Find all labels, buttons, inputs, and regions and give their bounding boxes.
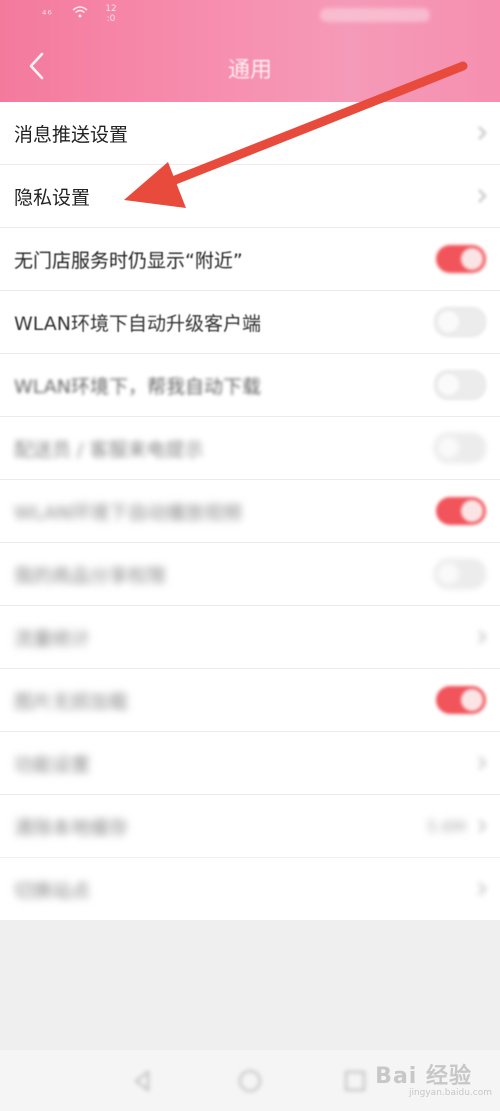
status-time: 12 :0 (105, 4, 117, 24)
bottom-settings-list: 切换站点 (0, 858, 500, 920)
toggle-switch[interactable] (434, 559, 486, 589)
header-bar: ⁴⁶ 12 :0 通用 (0, 0, 500, 102)
screen: ⁴⁶ 12 :0 通用 消息推送设置 隐私设置 无门店服务时仍显示“附近” WL… (0, 0, 500, 1111)
nav-back-icon[interactable] (130, 1068, 156, 1094)
settings-item-cache[interactable]: 清除本地缓存 5.6M (0, 795, 500, 857)
settings-item-push[interactable]: 消息推送设置 (0, 102, 500, 165)
settings-item-label: WLAN环境下自动播放视频 (14, 501, 243, 524)
settings-item-autoplay[interactable]: WLAN环境下自动播放视频 (0, 480, 500, 543)
settings-item-traffic[interactable]: 流量统计 (0, 606, 500, 669)
settings-item-label: WLAN环境下，帮我自动下载 (14, 375, 262, 398)
settings-item-label: 图片无损加载 (14, 690, 129, 713)
watermark-url: jingyan.baidu.com (408, 1088, 492, 1098)
settings-item-label: 流量统计 (14, 627, 91, 650)
chevron-right-icon (478, 126, 487, 140)
settings-item-auto-download[interactable]: WLAN环境下，帮我自动下载 (0, 354, 500, 417)
toggle-switch[interactable] (434, 370, 486, 400)
settings-item-label: 切换站点 (14, 879, 91, 902)
toggle-switch[interactable] (434, 433, 486, 463)
settings-item-nearby[interactable]: 无门店服务时仍显示“附近” (0, 228, 500, 291)
settings-item-share[interactable]: 我的商品分享权限 (0, 543, 500, 606)
status-indicators (320, 8, 430, 22)
settings-item-privacy[interactable]: 隐私设置 (0, 165, 500, 228)
cache-size: 5.6M (426, 816, 466, 836)
settings-item-label: 我的商品分享权限 (14, 564, 167, 587)
settings-item-label: WLAN环境下自动升级客户端 (14, 312, 262, 335)
settings-item-label: 隐私设置 (14, 186, 91, 209)
status-bar: ⁴⁶ 12 :0 (0, 0, 500, 28)
toggle-switch[interactable] (436, 245, 486, 273)
toggle-switch[interactable] (436, 497, 486, 525)
wifi-icon (72, 6, 88, 22)
settings-item-function[interactable]: 功能设置 (0, 732, 500, 795)
settings-item-image[interactable]: 图片无损加载 (0, 669, 500, 732)
chevron-right-icon (478, 819, 487, 833)
settings-list: 消息推送设置 隐私设置 无门店服务时仍显示“附近” WLAN环境下自动升级客户端… (0, 102, 500, 857)
chevron-right-icon (478, 756, 487, 770)
toggle-switch[interactable] (436, 686, 486, 714)
settings-item-auto-upgrade[interactable]: WLAN环境下自动升级客户端 (0, 291, 500, 354)
chevron-right-icon (478, 189, 487, 203)
signal-icon: ⁴⁶ (42, 8, 53, 21)
settings-item-label: 消息推送设置 (14, 123, 129, 146)
nav-recents-icon[interactable] (342, 1068, 368, 1094)
settings-item-call-alert[interactable]: 配送员 / 客服来电提示 (0, 417, 500, 480)
settings-item-label: 无门店服务时仍显示“附近” (14, 249, 243, 272)
settings-item-label: 清除本地缓存 (14, 816, 129, 839)
settings-item-label: 功能设置 (14, 753, 91, 776)
page-title: 通用 (227, 58, 272, 83)
chevron-right-icon (478, 630, 487, 644)
chevron-right-icon (478, 882, 487, 896)
toggle-switch[interactable] (434, 307, 486, 337)
nav-home-icon[interactable] (237, 1068, 263, 1094)
watermark-logo: Bai 经验 (375, 1064, 472, 1089)
settings-item-label: 配送员 / 客服来电提示 (14, 438, 204, 461)
settings-item-switch-site[interactable]: 切换站点 (0, 858, 500, 920)
